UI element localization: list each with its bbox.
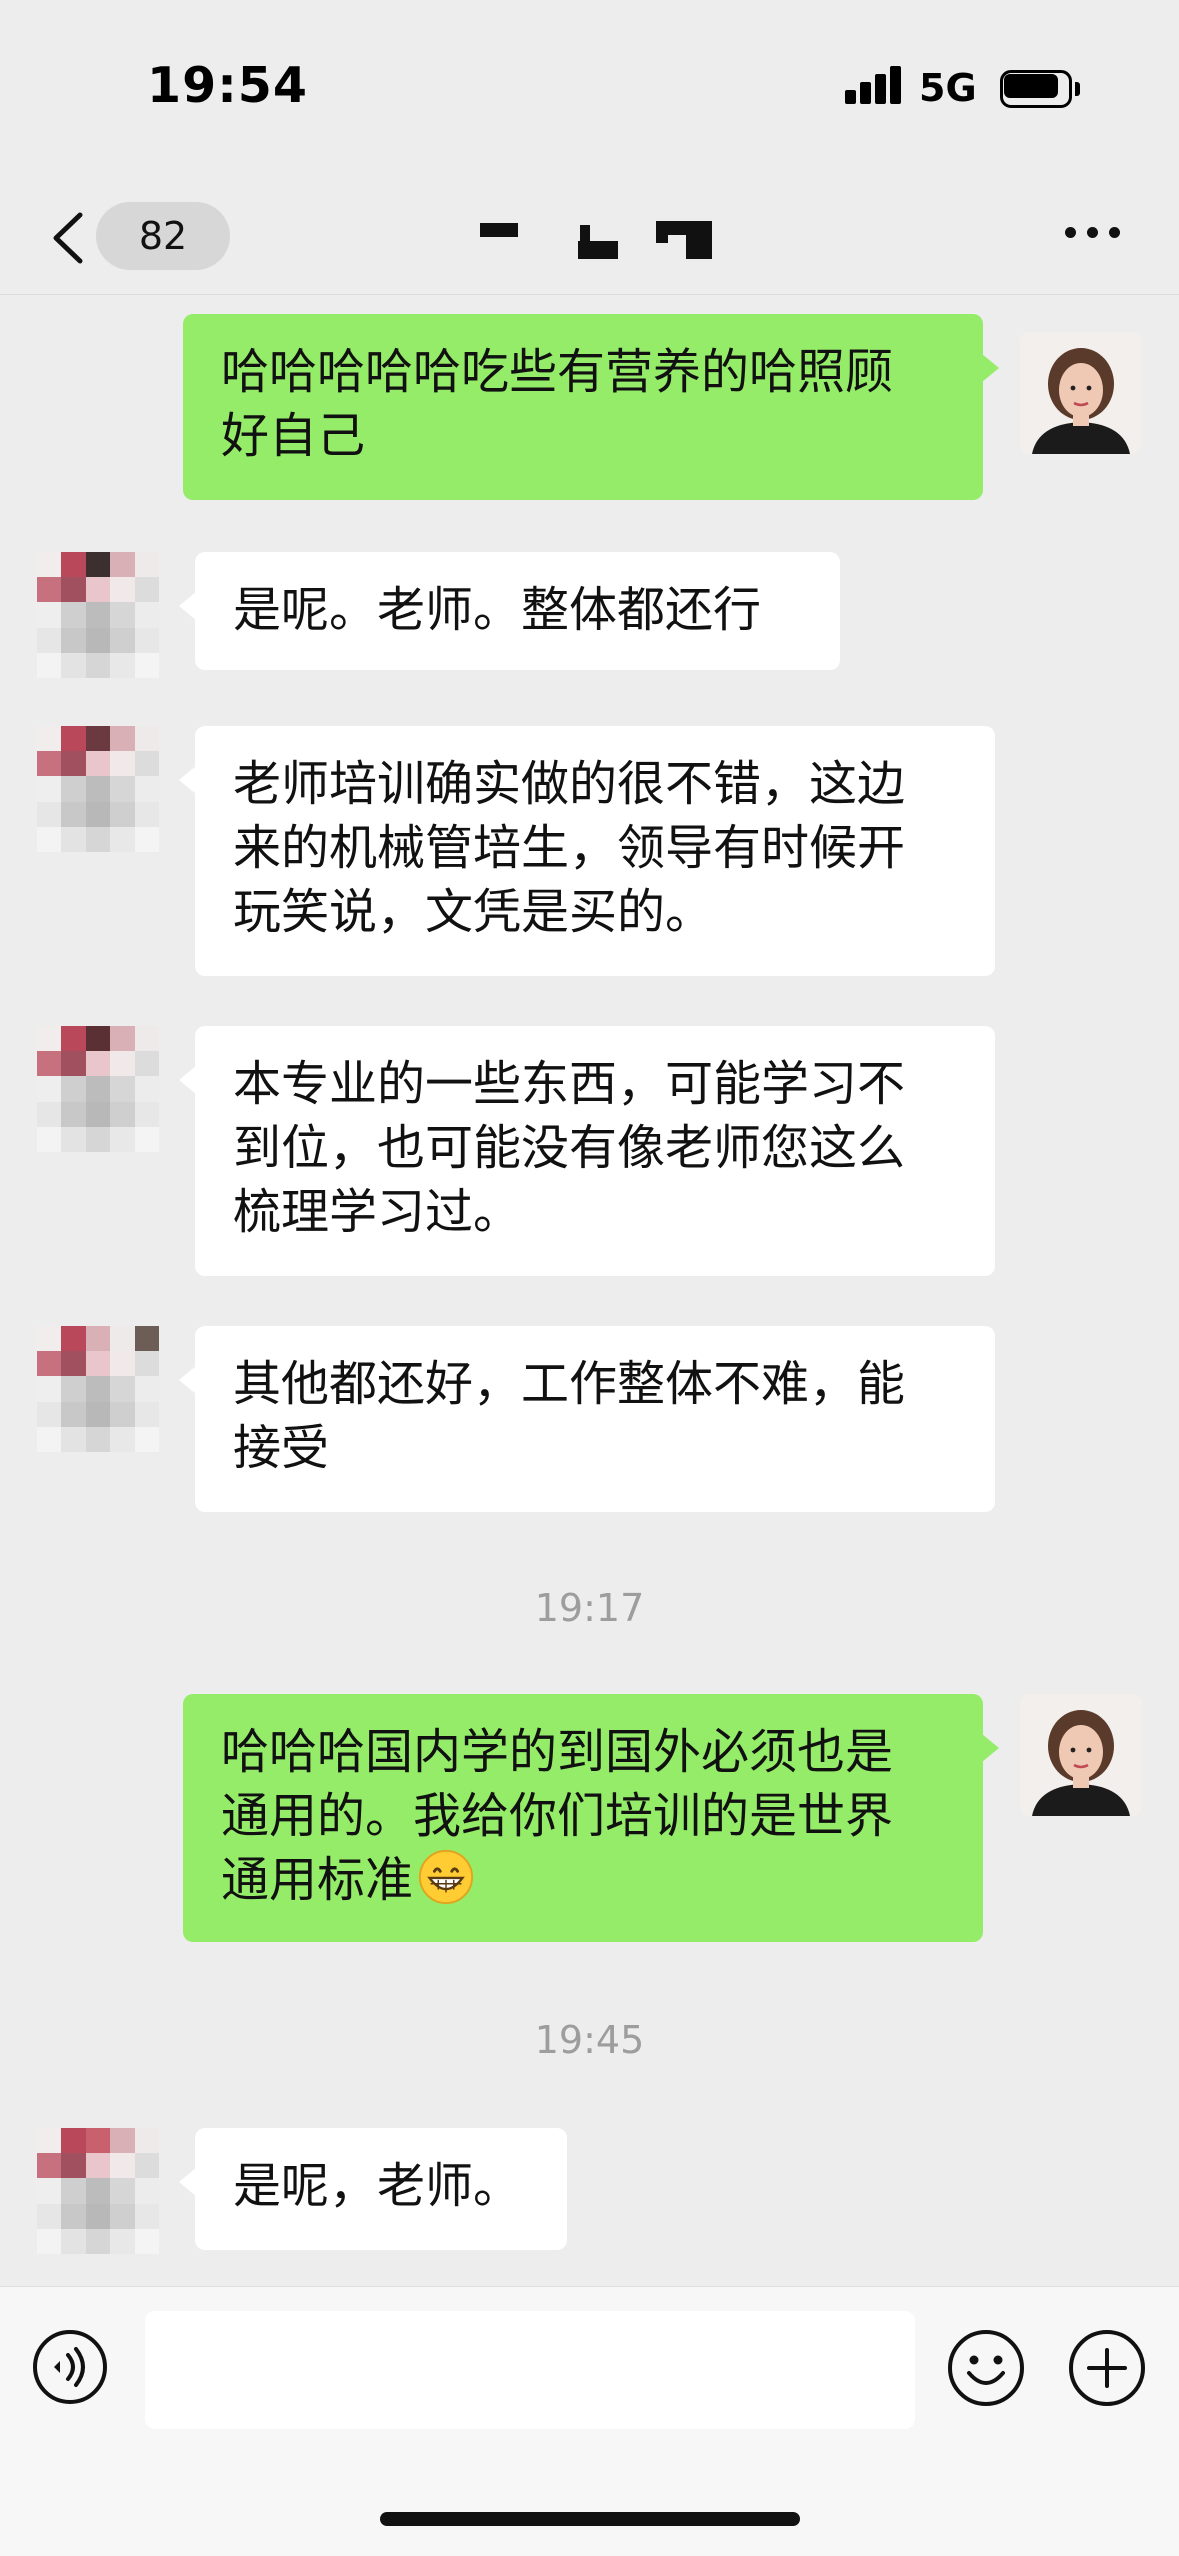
contact-avatar-blurred[interactable] [37, 1326, 159, 1452]
status-time: 19:54 [147, 57, 308, 114]
contact-avatar-blurred[interactable] [37, 552, 159, 678]
cellular-signal-icon [845, 66, 905, 110]
message-list[interactable]: 哈哈哈哈哈吃些有营养的哈照顾 好自己 是呢。老师。整体都还行 老师培训确实做的很… [0, 296, 1179, 2286]
status-bar: 19:54 5G [0, 0, 1179, 175]
contact-avatar-blurred[interactable] [37, 2128, 159, 2254]
unread-count-badge: 82 [96, 202, 230, 270]
message-bubble-other[interactable]: 本专业的一些东西，可能学习不 到位，也可能没有像老师您这么 梳理学习过。 [179, 1026, 995, 1276]
contact-avatar-blurred[interactable] [37, 1026, 159, 1152]
message-bubble-self[interactable]: 哈哈哈哈哈吃些有营养的哈照顾 好自己 [183, 314, 999, 500]
plus-icon[interactable] [1066, 2327, 1148, 2409]
back-button[interactable]: 82 [40, 193, 230, 277]
chat-title-redacted [470, 215, 730, 261]
chat-screen: 19:54 5G 82 哈哈哈哈哈吃些有营养的哈照顾 好自己 是呢。老师。整体都… [0, 0, 1179, 2556]
contact-avatar-blurred[interactable] [37, 726, 159, 852]
more-options-button[interactable] [1063, 213, 1123, 253]
self-avatar[interactable] [1020, 1694, 1142, 1816]
message-bubble-other[interactable]: 是呢。老师。整体都还行 [179, 552, 840, 670]
battery-icon [1000, 70, 1080, 108]
nav-bar: 82 [0, 175, 1179, 295]
chevron-left-icon [53, 212, 83, 264]
message-bubble-other[interactable]: 是呢，老师。 [179, 2128, 567, 2250]
message-bubble-other[interactable]: 其他都还好，工作整体不难，能 接受 [179, 1326, 995, 1512]
message-text: 哈哈哈国内学的到国外必须也是 通用的。我给你们培训的是世界 通用标准 [221, 1724, 894, 1908]
message-input[interactable] [145, 2311, 915, 2429]
voice-icon[interactable] [30, 2327, 110, 2407]
home-indicator[interactable] [380, 2512, 800, 2526]
timestamp-separator: 19:45 [534, 2018, 645, 2062]
message-bubble-self[interactable]: 哈哈哈国内学的到国外必须也是 通用的。我给你们培训的是世界 通用标准 [183, 1694, 999, 1942]
message-bubble-other[interactable]: 老师培训确实做的很不错，这边 来的机械管培生，领导有时候开 玩笑说，文凭是买的。 [179, 726, 995, 976]
battery-level [1004, 74, 1058, 98]
self-avatar[interactable] [1020, 332, 1142, 454]
emoji-icon[interactable] [945, 2327, 1027, 2409]
ellipsis-icon [1065, 227, 1076, 238]
grinning-face-emoji-icon [418, 1849, 474, 1905]
timestamp-separator: 19:17 [534, 1586, 645, 1630]
network-type: 5G [919, 66, 977, 110]
